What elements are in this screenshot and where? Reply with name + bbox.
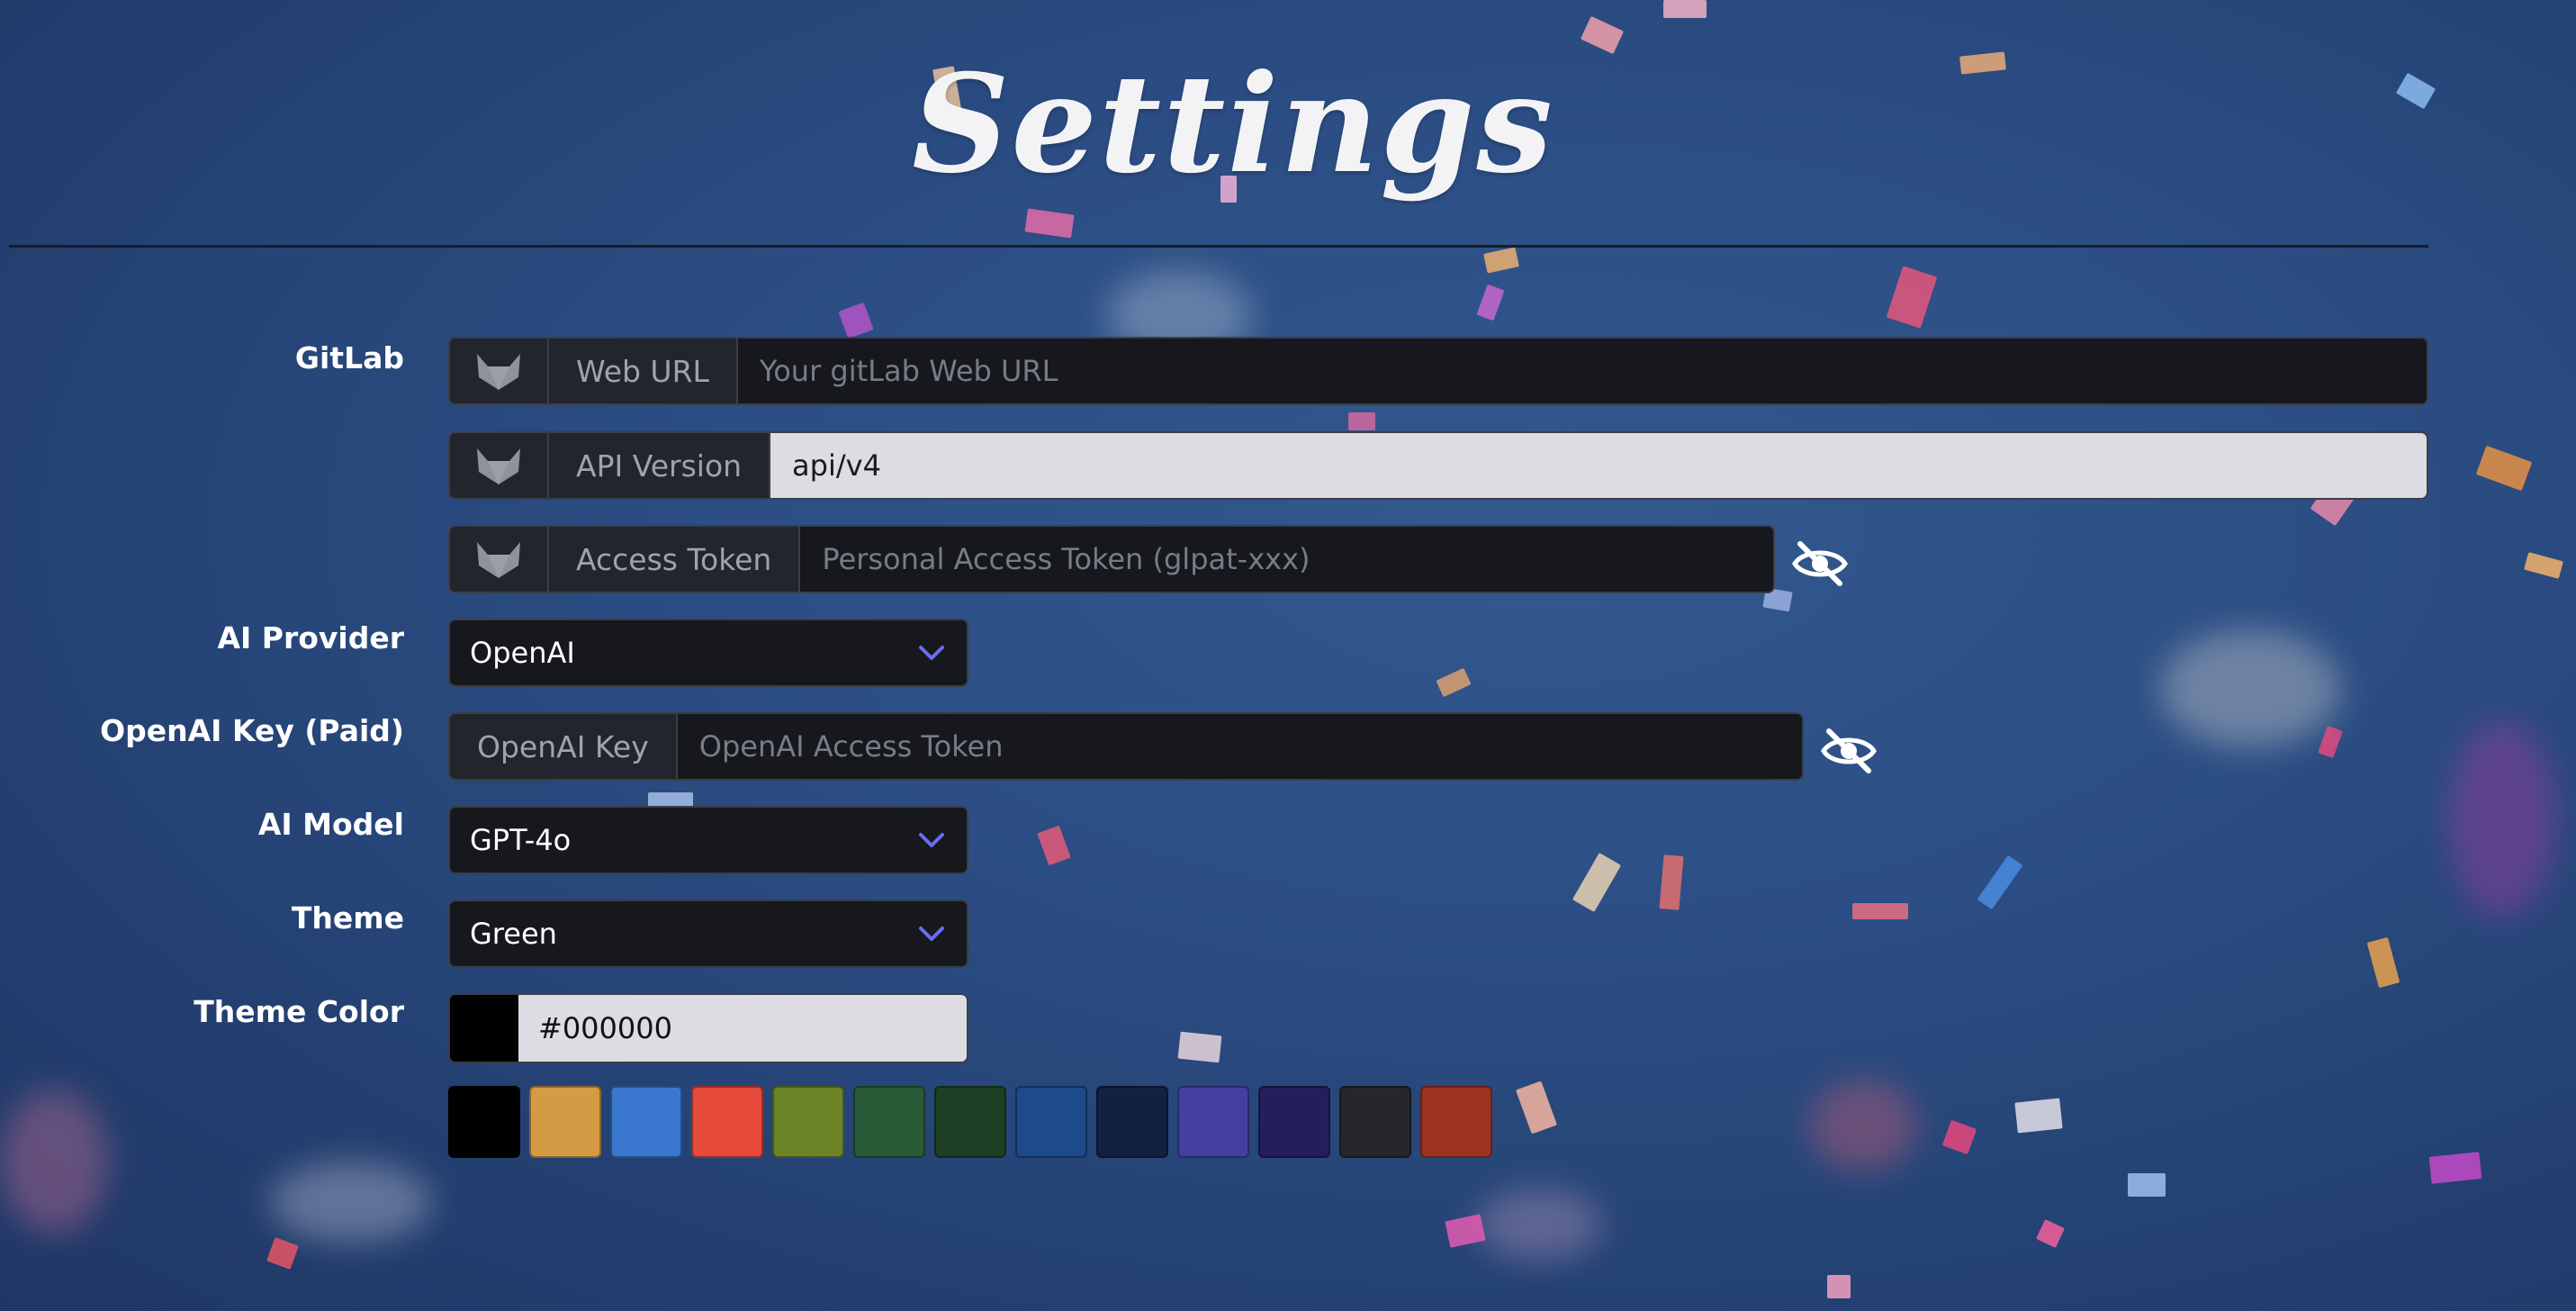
ai-provider-select[interactable]: OpenAI (448, 619, 968, 687)
web-url-group: Web URL (448, 337, 2428, 405)
access-token-addon: Access Token (549, 527, 801, 592)
web-url-input[interactable] (757, 353, 2407, 389)
color-swatch-12[interactable] (1339, 1086, 1411, 1158)
color-swatch-11[interactable] (1258, 1086, 1330, 1158)
web-url-addon: Web URL (549, 339, 738, 403)
api-version-addon: API Version (549, 433, 771, 498)
chevron-down-icon (919, 927, 944, 941)
chevron-down-icon (919, 833, 944, 847)
theme-color-label: Theme Color (194, 994, 404, 1029)
title-divider (9, 245, 2428, 248)
theme-color-preview[interactable] (448, 993, 520, 1063)
ai-model-value: GPT-4o (470, 823, 572, 857)
openai-key-group: OpenAI Key (448, 712, 1804, 781)
openai-key-field-wrap (677, 714, 1802, 779)
theme-select[interactable]: Green (448, 900, 968, 968)
web-url-field-wrap (737, 339, 2427, 403)
access-token-input[interactable] (820, 541, 1753, 577)
theme-value: Green (470, 917, 557, 951)
theme-label: Theme (291, 900, 404, 936)
ai-provider-value: OpenAI (470, 636, 575, 670)
color-swatch-8[interactable] (1015, 1086, 1087, 1158)
access-token-group: Access Token (448, 525, 1775, 593)
color-swatch-7[interactable] (934, 1086, 1006, 1158)
gitlab-fox-icon (450, 339, 549, 403)
ai-model-label: AI Model (257, 807, 404, 842)
color-swatch-1[interactable] (448, 1086, 520, 1158)
ai-provider-label: AI Provider (217, 620, 404, 656)
openai-key-addon: OpenAI Key (450, 714, 678, 779)
eye-off-icon[interactable] (1820, 726, 1878, 776)
gitlab-fox-icon (450, 527, 549, 592)
color-swatch-4[interactable] (691, 1086, 763, 1158)
openai-key-label: OpenAI Key (Paid) (100, 713, 404, 748)
color-swatch-5[interactable] (772, 1086, 844, 1158)
color-swatch-2[interactable] (529, 1086, 601, 1158)
eye-off-icon[interactable] (1791, 538, 1849, 589)
page-title: Settings (912, 45, 1554, 203)
api-version-group: API Version (448, 431, 2428, 500)
chevron-down-icon (919, 646, 944, 660)
color-swatch-6[interactable] (853, 1086, 925, 1158)
theme-color-swatches (448, 1086, 1492, 1158)
ai-model-select[interactable]: GPT-4o (448, 806, 968, 874)
openai-key-input[interactable] (697, 728, 1782, 764)
api-version-field-wrap (770, 433, 2427, 498)
color-swatch-10[interactable] (1177, 1086, 1249, 1158)
color-swatch-3[interactable] (610, 1086, 682, 1158)
color-swatch-13[interactable] (1420, 1086, 1492, 1158)
gitlab-fox-icon (450, 433, 549, 498)
access-token-field-wrap (800, 527, 1773, 592)
theme-color-input[interactable]: #000000 (518, 993, 968, 1063)
color-swatch-9[interactable] (1096, 1086, 1168, 1158)
api-version-input[interactable] (790, 448, 2407, 484)
gitlab-label: GitLab (294, 340, 404, 375)
